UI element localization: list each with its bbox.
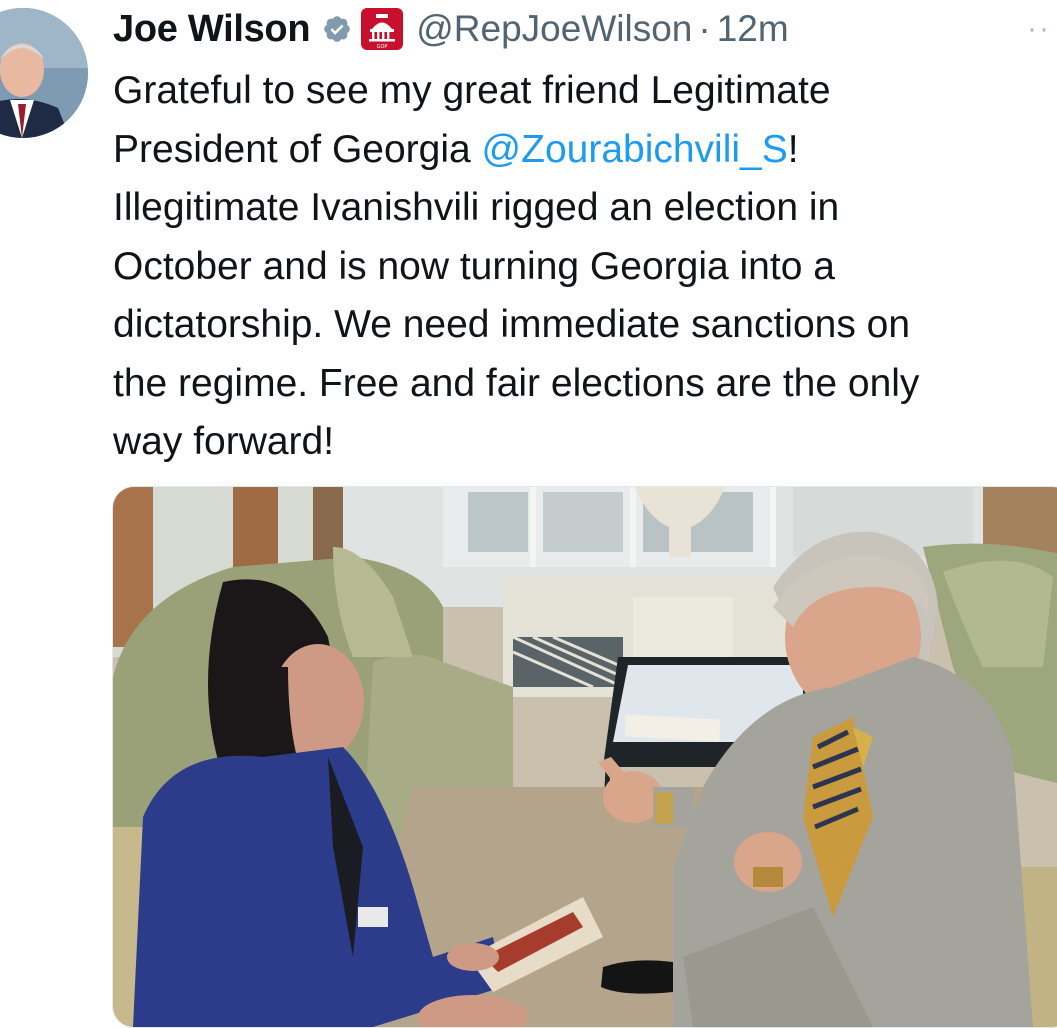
tweet-line: way forward! <box>113 420 335 463</box>
header-separator: · <box>698 8 711 49</box>
tweet-line: Illegitimate Ivanishvili rigged an elect… <box>113 186 840 229</box>
author-avatar[interactable] <box>0 8 88 138</box>
tweet-timestamp[interactable]: 12m <box>717 8 789 50</box>
tweet-line: President of Georgia @Zourabichvili_S! <box>113 127 799 171</box>
tweet-photo[interactable] <box>112 486 1057 1028</box>
tweet-line: the regime. Free and fair elections are … <box>113 361 920 405</box>
author-name[interactable]: Joe Wilson <box>113 8 311 51</box>
tweet-text: Grateful to see my great friend Legitima… <box>113 62 1053 472</box>
verified-badge-icon[interactable] <box>322 14 352 44</box>
tweet-line: dictatorship. We need immediate sanction… <box>113 303 911 346</box>
tweet-line: October and is now turning Georgia into … <box>113 244 835 288</box>
mention-link[interactable]: @Zourabichvili_S <box>482 128 788 171</box>
tweet-line: Grateful to see my great friend Legitima… <box>113 69 831 112</box>
tweet-header: Joe Wilson GOP @RepJoeWilson · 12m <box>113 4 1053 54</box>
capitol-gop-icon[interactable]: GOP <box>360 7 404 51</box>
more-options-icon[interactable]: ·· <box>1027 12 1051 46</box>
author-handle[interactable]: @RepJoeWilson <box>416 8 692 50</box>
gov-badge-text: GOP <box>377 44 388 50</box>
